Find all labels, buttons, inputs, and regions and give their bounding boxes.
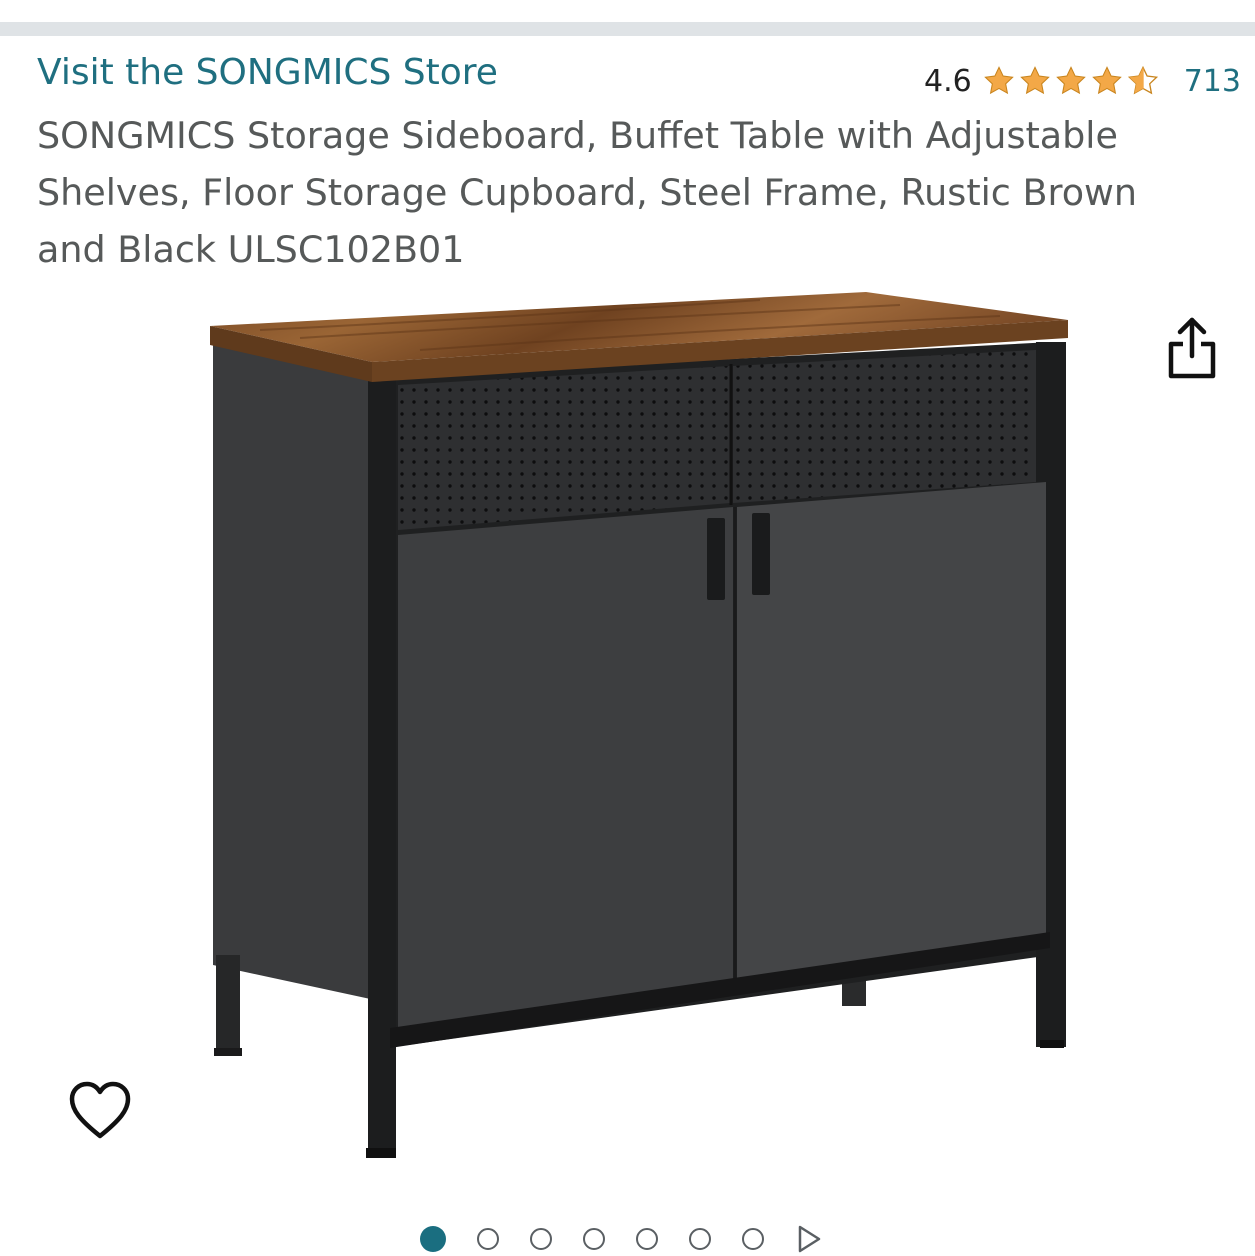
image-pagination [420, 1222, 823, 1256]
star-icon [1019, 66, 1050, 95]
pagination-dot-7[interactable] [742, 1228, 764, 1250]
star-rating [982, 65, 1160, 97]
pagination-dot-5[interactable] [636, 1228, 658, 1250]
share-icon[interactable] [1162, 314, 1222, 382]
pagination-dot-6[interactable] [689, 1228, 711, 1250]
next-arrow-icon[interactable] [795, 1224, 823, 1254]
star-icon [983, 66, 1014, 95]
pagination-dot-1[interactable] [420, 1226, 446, 1252]
half-star-icon [1127, 65, 1158, 95]
star-icon [1055, 66, 1086, 95]
top-divider [0, 22, 1255, 36]
pagination-dot-3[interactable] [530, 1228, 552, 1250]
rating-summary[interactable]: 4.6 713 [924, 58, 1241, 104]
heart-icon[interactable] [66, 1078, 134, 1144]
pagination-dot-2[interactable] [477, 1228, 499, 1250]
product-title: SONGMICS Storage Sideboard, Buffet Table… [37, 114, 1138, 271]
product-image[interactable] [150, 280, 1120, 1180]
rating-count[interactable]: 713 [1184, 64, 1241, 99]
star-icon [1091, 66, 1122, 95]
rating-value: 4.6 [924, 63, 972, 99]
pagination-dot-4[interactable] [583, 1228, 605, 1250]
store-link[interactable]: Visit the SONGMICS Store [37, 52, 498, 93]
